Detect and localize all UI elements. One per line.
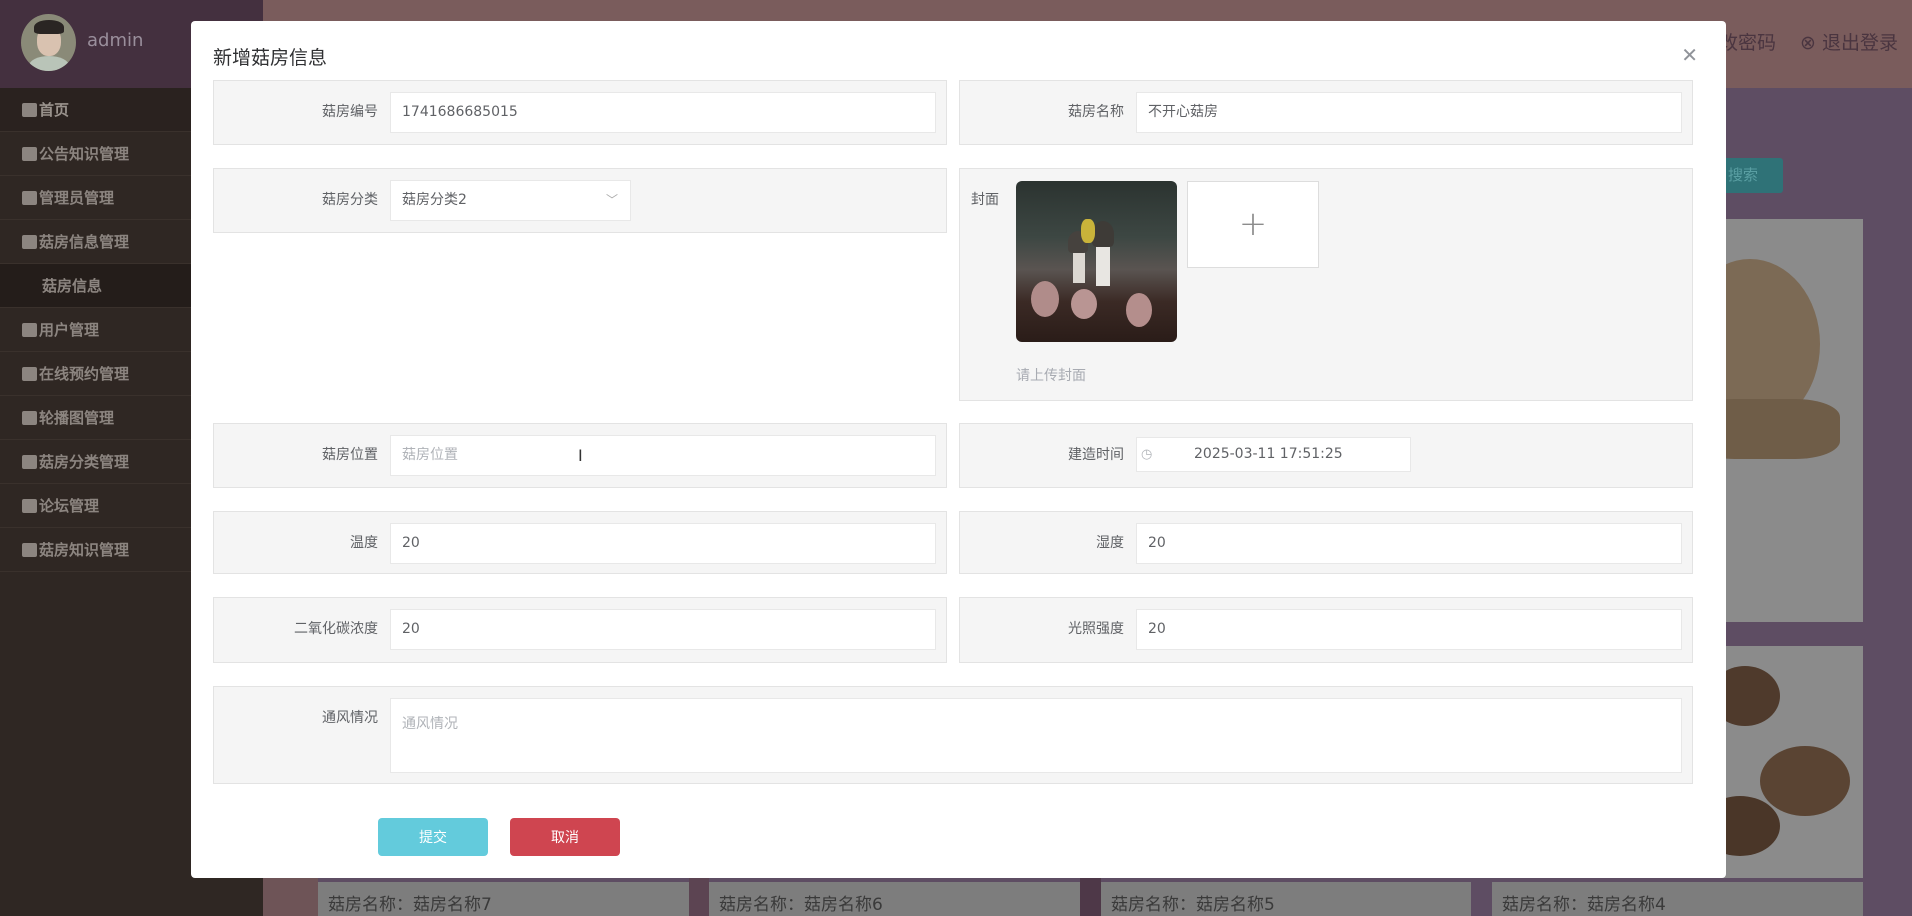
- plus-icon: +: [1238, 203, 1268, 244]
- list-icon: [22, 454, 37, 469]
- dialog-title: 新增菇房信息: [213, 47, 328, 69]
- field-label: 封面: [971, 192, 999, 208]
- text-cursor-icon: I: [578, 446, 583, 465]
- submit-button[interactable]: 提交: [378, 818, 488, 856]
- close-circle-icon: ⊗: [1800, 32, 1816, 54]
- user-icon: [22, 322, 37, 337]
- field-label: 光照强度: [1068, 621, 1124, 637]
- sidebar-item-label: 菇房知识管理: [39, 541, 130, 559]
- field-cover: 封面 + 请上传封面: [959, 168, 1693, 401]
- ventilation-textarea[interactable]: 通风情况: [390, 698, 1682, 773]
- field-ventilation: 通风情况 通风情况: [213, 686, 1693, 784]
- folder-icon: [22, 366, 37, 381]
- field-label: 温度: [350, 535, 378, 551]
- briefcase-icon: [22, 234, 37, 249]
- room-card-title[interactable]: 菇房名称：菇房名称5: [1101, 882, 1471, 916]
- field-build-time: 建造时间 ◷ 2025-03-11 17:51:25: [959, 423, 1693, 488]
- upload-button[interactable]: +: [1187, 181, 1319, 268]
- code-input[interactable]: 1741686685015: [390, 92, 936, 133]
- co2-input[interactable]: 20: [390, 609, 936, 650]
- user-icon: [22, 190, 37, 205]
- sidebar-item-label: 菇房信息: [42, 277, 103, 295]
- field-light: 光照强度 20: [959, 597, 1693, 663]
- sidebar-item-label: 菇房信息管理: [39, 233, 130, 251]
- field-category: 菇房分类 菇房分类2 ﹀: [213, 168, 947, 233]
- temperature-input[interactable]: 20: [390, 523, 936, 564]
- briefcase-icon: [22, 146, 37, 161]
- room-card-title[interactable]: 菇房名称：菇房名称7: [318, 882, 689, 916]
- username: admin: [87, 30, 144, 51]
- cover-image[interactable]: [1016, 181, 1177, 342]
- chevron-down-icon: ﹀: [605, 193, 618, 207]
- bank-icon: [22, 498, 37, 513]
- build-time-picker[interactable]: ◷ 2025-03-11 17:51:25: [1136, 437, 1411, 472]
- room-card-title[interactable]: 菇房名称：菇房名称6: [709, 882, 1080, 916]
- close-icon[interactable]: ✕: [1681, 43, 1698, 67]
- field-co2: 二氧化碳浓度 20: [213, 597, 947, 663]
- image-icon: [22, 410, 37, 425]
- change-password-link[interactable]: 改密码: [1719, 32, 1776, 54]
- field-label: 菇房分类: [322, 192, 378, 208]
- name-input[interactable]: 不开心菇房: [1136, 92, 1682, 133]
- category-select[interactable]: 菇房分类2 ﹀: [390, 180, 631, 221]
- grid-icon: [22, 542, 37, 557]
- field-label: 菇房编号: [322, 104, 378, 120]
- sidebar-item-label: 在线预约管理: [39, 365, 130, 383]
- field-location: 菇房位置 菇房位置 I: [213, 423, 947, 488]
- sidebar-item-label: 首页: [39, 101, 70, 119]
- sidebar-item-label: 论坛管理: [39, 497, 100, 515]
- field-label: 通风情况: [322, 710, 378, 726]
- sidebar-item-label: 轮播图管理: [39, 409, 115, 427]
- light-input[interactable]: 20: [1136, 609, 1682, 650]
- field-code: 菇房编号 1741686685015: [213, 80, 947, 145]
- field-label: 菇房名称: [1068, 104, 1124, 120]
- logout-link[interactable]: ⊗ 退出登录: [1800, 32, 1898, 54]
- sidebar-item-label: 菇房分类管理: [39, 453, 130, 471]
- field-humidity: 湿度 20: [959, 511, 1693, 574]
- field-temperature: 温度 20: [213, 511, 947, 574]
- field-label: 建造时间: [1068, 447, 1124, 463]
- upload-hint: 请上传封面: [1016, 368, 1086, 384]
- location-input[interactable]: 菇房位置: [390, 435, 936, 476]
- field-label: 菇房位置: [322, 447, 378, 463]
- field-label: 湿度: [1096, 535, 1124, 551]
- sidebar-item-label: 用户管理: [39, 321, 100, 339]
- humidity-input[interactable]: 20: [1136, 523, 1682, 564]
- field-name: 菇房名称 不开心菇房: [959, 80, 1693, 145]
- cancel-button[interactable]: 取消: [510, 818, 620, 856]
- home-icon: [22, 102, 37, 117]
- avatar: [21, 14, 76, 71]
- clock-icon: ◷: [1141, 447, 1153, 462]
- sidebar-item-label: 公告知识管理: [39, 145, 130, 163]
- add-room-dialog: 新增菇房信息 ✕ 菇房编号 1741686685015 菇房名称 不开心菇房 菇…: [191, 21, 1726, 878]
- room-card-title[interactable]: 菇房名称：菇房名称4: [1492, 882, 1863, 916]
- field-label: 二氧化碳浓度: [294, 621, 378, 637]
- sidebar-item-label: 管理员管理: [39, 189, 115, 207]
